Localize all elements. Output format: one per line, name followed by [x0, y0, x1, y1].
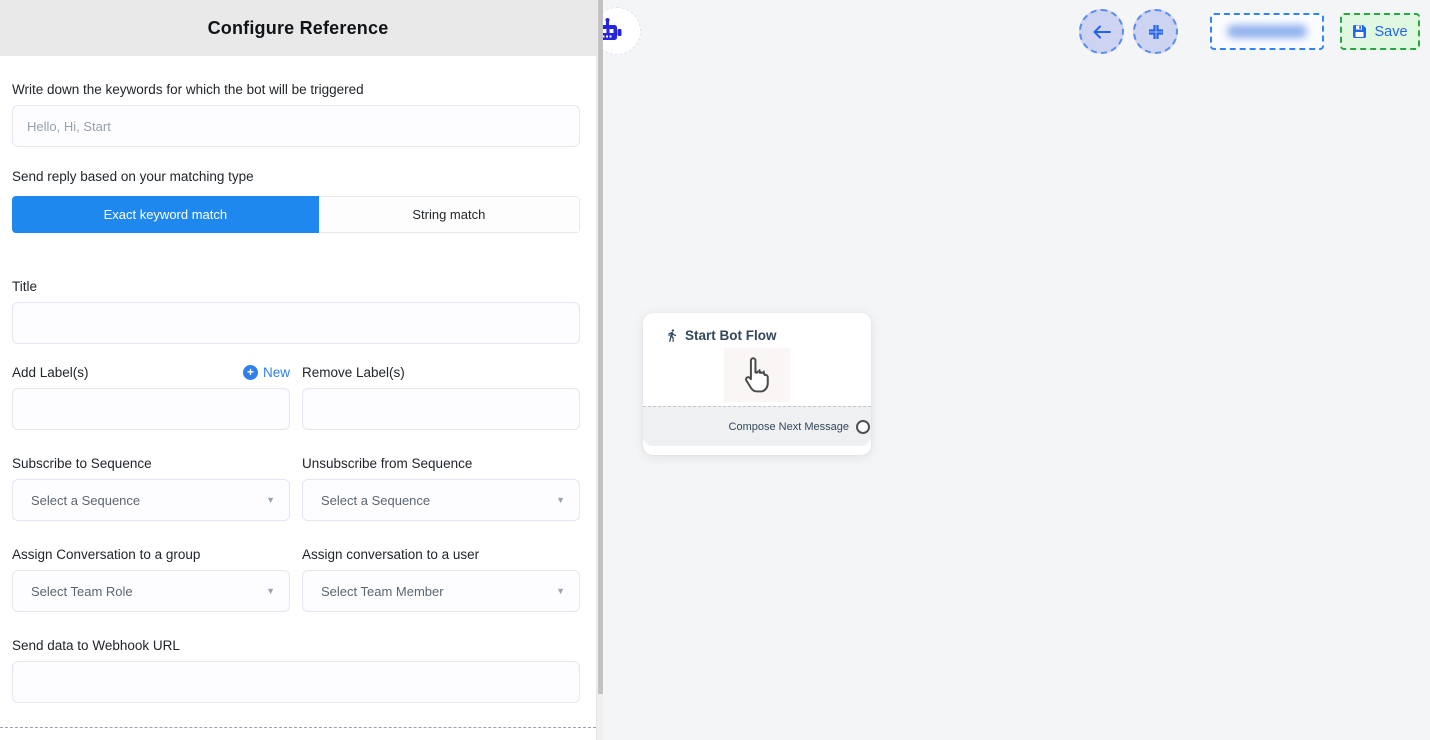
- chevron-down-icon: ▼: [556, 495, 565, 505]
- flow-canvas[interactable]: Save Start Bot Flow Compose Next Message: [603, 0, 1430, 740]
- assign-user-select[interactable]: Select Team Member ▼: [302, 570, 580, 612]
- chevron-down-icon: ▼: [266, 495, 275, 505]
- redacted-button[interactable]: [1210, 13, 1324, 50]
- subscribe-sequence-value: Select a Sequence: [31, 493, 140, 508]
- remove-labels-input[interactable]: [302, 388, 580, 430]
- save-button-label: Save: [1374, 24, 1407, 40]
- subscribe-sequence-label: Subscribe to Sequence: [12, 456, 290, 471]
- canvas-toolbar: Save: [1079, 9, 1420, 54]
- title-label: Title: [12, 279, 580, 294]
- unsubscribe-sequence-value: Select a Sequence: [321, 493, 430, 508]
- assign-user-value: Select Team Member: [321, 584, 444, 599]
- panel-scrollbar[interactable]: [596, 0, 603, 740]
- redacted-button-text: [1227, 25, 1307, 38]
- unsubscribe-sequence-select[interactable]: Select a Sequence ▼: [302, 479, 580, 521]
- new-label-link[interactable]: + New: [243, 365, 290, 380]
- new-label-link-text: New: [263, 365, 290, 380]
- assign-group-select[interactable]: Select Team Role ▼: [12, 570, 290, 612]
- matching-type-tabs: Exact keyword match String match: [12, 196, 580, 233]
- subscribe-sequence-select[interactable]: Select a Sequence ▼: [12, 479, 290, 521]
- node-header: Start Bot Flow: [643, 313, 871, 343]
- add-labels-input[interactable]: [12, 388, 290, 430]
- chevron-down-icon: ▼: [266, 586, 275, 596]
- plus-circle-icon: +: [243, 365, 258, 380]
- configure-reference-panel: Configure Reference Write down the keywo…: [0, 0, 596, 740]
- node-footer: Compose Next Message: [643, 406, 871, 446]
- robot-icon: [603, 18, 623, 44]
- webhook-url-input[interactable]: [12, 661, 580, 703]
- chevron-down-icon: ▼: [556, 586, 565, 596]
- panel-bottom-divider: [0, 727, 596, 728]
- keywords-input[interactable]: [12, 105, 580, 147]
- start-bot-flow-node[interactable]: Start Bot Flow Compose Next Message: [643, 313, 871, 455]
- assign-user-label: Assign conversation to a user: [302, 547, 580, 562]
- webhook-url-label: Send data to Webhook URL: [12, 638, 580, 653]
- node-output-connector[interactable]: [856, 420, 870, 434]
- unsubscribe-sequence-label: Unsubscribe from Sequence: [302, 456, 580, 471]
- back-button[interactable]: [1079, 9, 1124, 54]
- fit-view-button[interactable]: [1133, 9, 1178, 54]
- node-title: Start Bot Flow: [685, 328, 777, 343]
- bot-fab-button[interactable]: [603, 7, 641, 55]
- title-input[interactable]: [12, 302, 580, 344]
- add-labels-label: Add Label(s): [12, 365, 89, 380]
- save-button[interactable]: Save: [1340, 13, 1420, 50]
- tab-string-match[interactable]: String match: [319, 196, 580, 233]
- keywords-label: Write down the keywords for which the bo…: [12, 82, 580, 97]
- matching-type-label: Send reply based on your matching type: [12, 169, 580, 184]
- walking-person-icon: [665, 328, 679, 343]
- compress-icon: [1148, 24, 1164, 40]
- save-icon: [1352, 24, 1367, 39]
- panel-body: Write down the keywords for which the bo…: [0, 56, 596, 703]
- hand-pointer-icon: [740, 355, 774, 395]
- assign-group-value: Select Team Role: [31, 584, 133, 599]
- panel-header: Configure Reference: [0, 0, 596, 56]
- arrow-left-icon: [1093, 25, 1111, 39]
- hand-cursor-image: [724, 348, 790, 402]
- tab-exact-keyword-match[interactable]: Exact keyword match: [12, 196, 319, 233]
- panel-title: Configure Reference: [208, 18, 389, 39]
- remove-labels-label: Remove Label(s): [302, 365, 405, 380]
- node-body: [643, 343, 871, 406]
- compose-next-message-label: Compose Next Message: [729, 421, 849, 433]
- assign-group-label: Assign Conversation to a group: [12, 547, 290, 562]
